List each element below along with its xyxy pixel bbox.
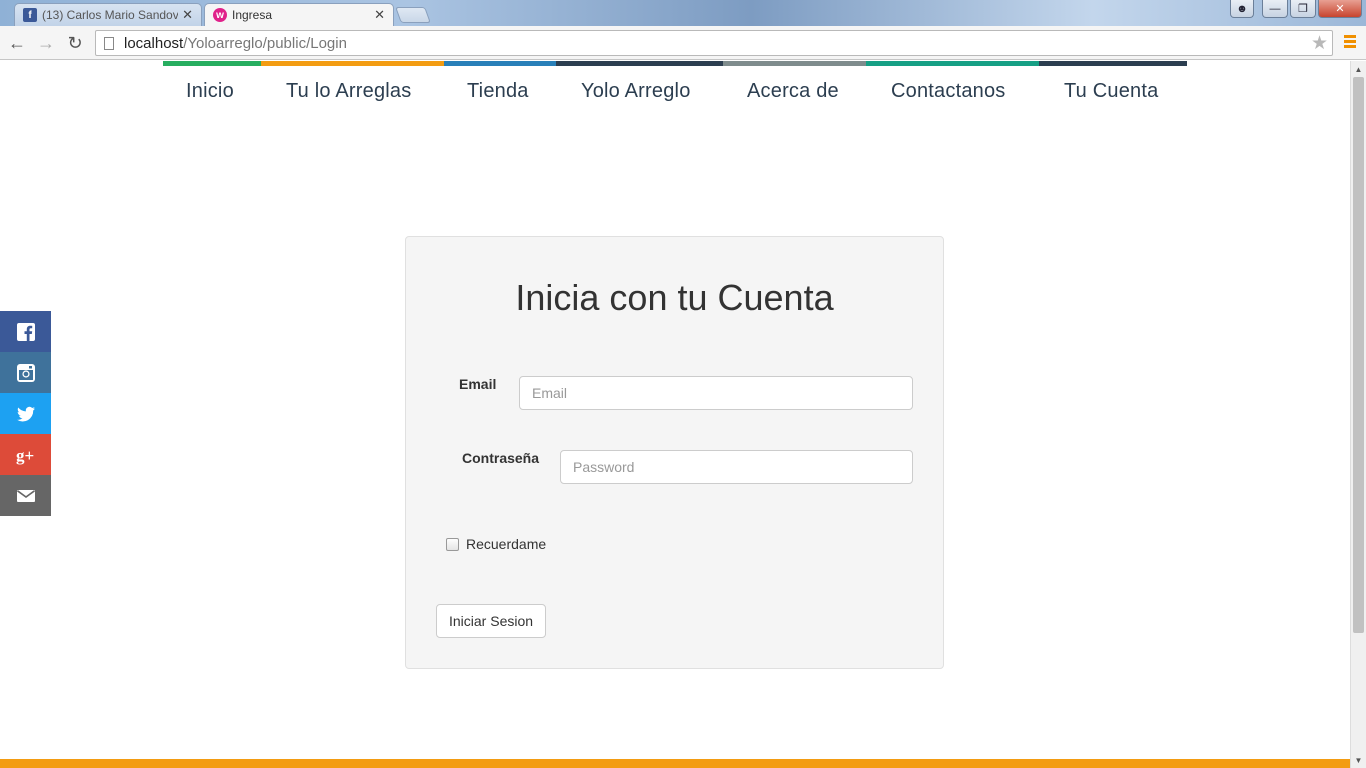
nav-link-inicio[interactable]: Inicio bbox=[186, 80, 234, 103]
new-tab-button[interactable] bbox=[395, 7, 431, 23]
footer-accent-bar bbox=[0, 759, 1350, 768]
twitter-icon bbox=[16, 406, 35, 421]
remember-label: Recuerdame bbox=[466, 536, 547, 552]
browser-menu-icon[interactable] bbox=[1344, 35, 1356, 49]
tab-title: Ingresa bbox=[232, 8, 273, 22]
password-field[interactable] bbox=[560, 450, 913, 484]
scroll-thumb[interactable] bbox=[1353, 77, 1364, 633]
email-icon bbox=[16, 489, 35, 502]
svg-text:g+: g+ bbox=[16, 446, 34, 465]
page-viewport: Inicio Tu lo Arreglas Tienda Yolo Arregl… bbox=[0, 61, 1350, 768]
twitter-share-button[interactable] bbox=[0, 393, 51, 434]
social-sidebar: g+ bbox=[0, 311, 51, 516]
url-path: /Yoloarreglo/public/Login bbox=[183, 34, 347, 52]
url-host: localhost bbox=[124, 34, 184, 52]
nav-link-acerca-de[interactable]: Acerca de bbox=[747, 80, 839, 103]
close-tab-icon[interactable]: ✕ bbox=[374, 7, 385, 23]
login-title: Inicia con tu Cuenta bbox=[515, 277, 834, 318]
close-tab-icon[interactable]: ✕ bbox=[182, 7, 193, 23]
browser-titlebar: f (13) Carlos Mario Sandoval ✕ w Ingresa… bbox=[0, 0, 1366, 26]
nav-link-tu-lo-arreglas[interactable]: Tu lo Arreglas bbox=[286, 80, 411, 103]
nav-link-yolo-arreglo[interactable]: Yolo Arreglo bbox=[581, 80, 691, 103]
close-window-button[interactable]: ✕ bbox=[1318, 0, 1362, 18]
instagram-icon bbox=[16, 363, 35, 382]
forward-arrow-icon[interactable]: → bbox=[35, 32, 57, 54]
wamp-icon: w bbox=[213, 8, 227, 22]
nav-link-contactanos[interactable]: Contactanos bbox=[891, 80, 1006, 103]
nav-link-tienda[interactable]: Tienda bbox=[467, 80, 529, 103]
facebook-icon: f bbox=[23, 8, 37, 22]
main-nav: Inicio Tu lo Arreglas Tienda Yolo Arregl… bbox=[163, 66, 1187, 116]
login-card: Inicia con tu Cuenta Email Contraseña Re… bbox=[405, 236, 944, 669]
browser-tab-facebook[interactable]: f (13) Carlos Mario Sandoval ✕ bbox=[14, 3, 202, 26]
user-profile-icon[interactable]: ☻ bbox=[1230, 0, 1254, 18]
back-arrow-icon[interactable]: ← bbox=[6, 32, 28, 54]
page-scrollbar[interactable]: ▲ ▼ bbox=[1350, 61, 1366, 768]
password-label: Contraseña bbox=[462, 450, 540, 466]
maximize-button[interactable]: ❐ bbox=[1290, 0, 1316, 18]
minimize-button[interactable]: — bbox=[1262, 0, 1288, 18]
scroll-down-arrow-icon[interactable]: ▼ bbox=[1351, 752, 1366, 768]
browser-toolbar: ← → ↻ localhost/Yoloarreglo/public/Login… bbox=[0, 26, 1366, 60]
email-label: Email bbox=[459, 376, 497, 392]
nav-link-tu-cuenta[interactable]: Tu Cuenta bbox=[1064, 80, 1158, 103]
reload-icon[interactable]: ↻ bbox=[64, 32, 86, 54]
scroll-up-arrow-icon[interactable]: ▲ bbox=[1351, 61, 1366, 77]
google-plus-icon: g+ bbox=[16, 446, 34, 465]
remember-checkbox[interactable] bbox=[446, 538, 459, 551]
browser-tab-ingresa[interactable]: w Ingresa ✕ bbox=[204, 3, 394, 26]
email-share-button[interactable] bbox=[0, 475, 51, 516]
instagram-share-button[interactable] bbox=[0, 352, 51, 393]
facebook-icon bbox=[16, 322, 35, 341]
facebook-share-button[interactable] bbox=[0, 311, 51, 352]
tab-title: (13) Carlos Mario Sandoval bbox=[42, 8, 179, 22]
google-plus-share-button[interactable]: g+ bbox=[0, 434, 51, 475]
login-submit-button[interactable]: Iniciar Sesion bbox=[436, 604, 547, 638]
bookmark-star-icon[interactable]: ★ bbox=[1311, 32, 1328, 55]
email-field[interactable] bbox=[519, 376, 913, 410]
page-icon bbox=[104, 36, 114, 50]
address-bar[interactable]: localhost/Yoloarreglo/public/Login ★ bbox=[95, 30, 1333, 56]
